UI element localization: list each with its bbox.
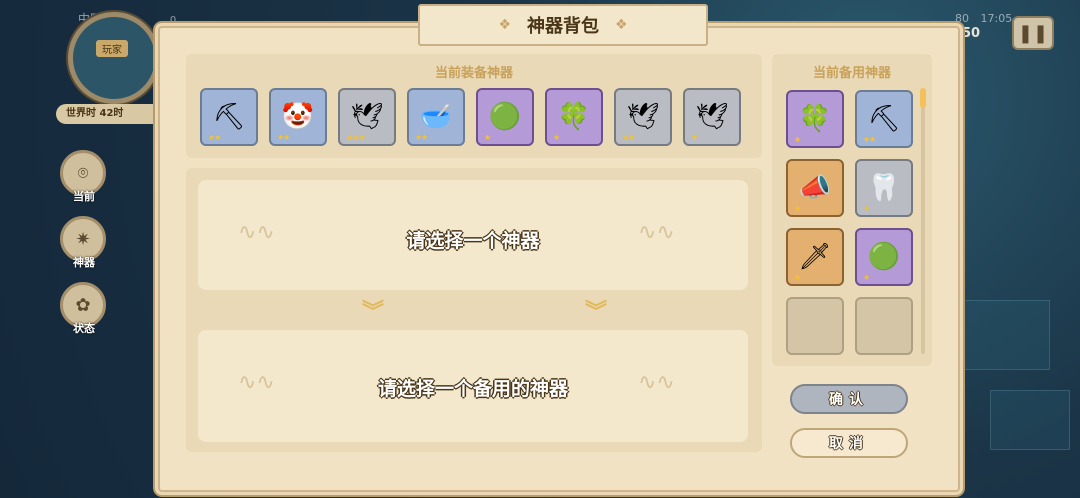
equipped-slot[interactable]: 🕊 ★ bbox=[683, 88, 741, 146]
backup-slot[interactable]: 🍀 ★ bbox=[786, 90, 844, 148]
minimap[interactable] bbox=[68, 12, 160, 104]
backup-slot[interactable] bbox=[786, 297, 844, 355]
side-label-artifact: 神器 bbox=[73, 256, 95, 269]
star-rating: ★★★ bbox=[346, 133, 365, 142]
star-rating: ★★ bbox=[277, 133, 290, 142]
star-rating: ★★ bbox=[208, 133, 221, 142]
cannon-icon: 🍀 bbox=[798, 104, 832, 134]
battery-icon: 80 bbox=[955, 12, 969, 25]
equipped-slot[interactable]: 🍀 ★ bbox=[545, 88, 603, 146]
star-rating: ★★ bbox=[415, 133, 428, 142]
equipped-slot[interactable]: ⛏ ★★ bbox=[200, 88, 258, 146]
confirm-button[interactable]: 确认 bbox=[790, 384, 908, 414]
wings-icon: 🕊 bbox=[695, 102, 729, 132]
swirl-ornament-icon: ∿∿ bbox=[638, 370, 675, 395]
ornament-icon: ❖ bbox=[498, 17, 511, 33]
star-rating: ★ bbox=[484, 133, 491, 142]
backup-select-area[interactable]: ∿∿ 请选择一个备用的神器 ∿∿ bbox=[198, 330, 748, 442]
dialog-title: 神器背包 bbox=[527, 16, 599, 37]
star-rating: ★★ bbox=[863, 135, 876, 144]
pause-button[interactable]: ❚❚ bbox=[1012, 16, 1054, 50]
equipped-slot[interactable]: 🕊 ★★★ bbox=[338, 88, 396, 146]
star-rating: ★ bbox=[863, 204, 870, 213]
status-right: 80 17:05 bbox=[955, 12, 1012, 25]
star-rating: ★ bbox=[794, 135, 801, 144]
chevron-down-icon: ︾ bbox=[362, 300, 385, 325]
backup-slot[interactable] bbox=[855, 297, 913, 355]
chevron-down-icon: ︾ bbox=[585, 300, 608, 325]
equipped-slot[interactable]: 🕊 ★★ bbox=[614, 88, 672, 146]
equip-select-area[interactable]: ∿∿ 请选择一个神器 ∿∿ bbox=[198, 180, 748, 290]
clown-icon: 🤡 bbox=[281, 102, 315, 132]
equipped-slot[interactable]: 🟢 ★ bbox=[476, 88, 534, 146]
slime-icon: 🟢 bbox=[867, 242, 901, 272]
wings-icon: 🕊 bbox=[350, 102, 384, 132]
backup-slot[interactable]: 🟢 ★ bbox=[855, 228, 913, 286]
dialog-title-tab: ❖ 神器背包 ❖ bbox=[418, 4, 708, 46]
equipped-slot[interactable]: 🤡 ★★ bbox=[269, 88, 327, 146]
swirl-ornament-icon: ∿∿ bbox=[638, 220, 675, 245]
star-rating: ★ bbox=[691, 133, 698, 142]
top-score: 50 bbox=[962, 26, 981, 41]
map-player-label: 玩家 bbox=[96, 40, 128, 57]
artifact-icon: ✷ bbox=[75, 228, 91, 250]
star-rating: ★★ bbox=[622, 133, 635, 142]
star-rating: ★ bbox=[794, 204, 801, 213]
slime-icon: 🟢 bbox=[488, 102, 522, 132]
backup-slot[interactable]: 📣 ★ bbox=[786, 159, 844, 217]
backup-title: 当前备用神器 bbox=[812, 66, 891, 81]
side-label-current: 当前 bbox=[73, 190, 95, 203]
star-rating: ★ bbox=[553, 133, 560, 142]
pickaxe-icon: ⛏ bbox=[212, 102, 246, 132]
cancel-button[interactable]: 取消 bbox=[790, 428, 908, 458]
ornament-icon: ❖ bbox=[615, 17, 628, 33]
backup-slot[interactable]: 🦷 ★ bbox=[855, 159, 913, 217]
backup-slot[interactable]: 🗡 ★ bbox=[786, 228, 844, 286]
pickaxe-icon: ⛏ bbox=[867, 104, 901, 134]
megaphone-icon: 📣 bbox=[798, 173, 832, 203]
backup-slot[interactable]: ⛏ ★★ bbox=[855, 90, 913, 148]
star-rating: ★ bbox=[794, 273, 801, 282]
location-icon: ⌾ bbox=[77, 162, 89, 184]
backup-scrollbar[interactable] bbox=[921, 88, 925, 354]
star-rating: ★ bbox=[863, 273, 870, 282]
equipped-title: 当前装备神器 bbox=[434, 66, 513, 81]
equipped-slot[interactable]: 🥣 ★★ bbox=[407, 88, 465, 146]
pause-icon: ❚❚ bbox=[1017, 22, 1049, 44]
clock-text: 17:05 bbox=[980, 12, 1013, 25]
side-label-status: 状态 bbox=[73, 322, 95, 335]
spear-icon: 🗡 bbox=[798, 242, 832, 272]
backup-scroll-thumb[interactable] bbox=[920, 88, 926, 108]
world-time: 世界时 42时 bbox=[56, 104, 166, 124]
bowl-icon: 🥣 bbox=[419, 102, 453, 132]
status-icon: ✿ bbox=[75, 294, 91, 316]
fangs-icon: 🦷 bbox=[867, 173, 901, 203]
wings-icon: 🕊 bbox=[626, 102, 660, 132]
signal-value: 0 bbox=[169, 15, 177, 26]
cannon-icon: 🍀 bbox=[557, 102, 591, 132]
